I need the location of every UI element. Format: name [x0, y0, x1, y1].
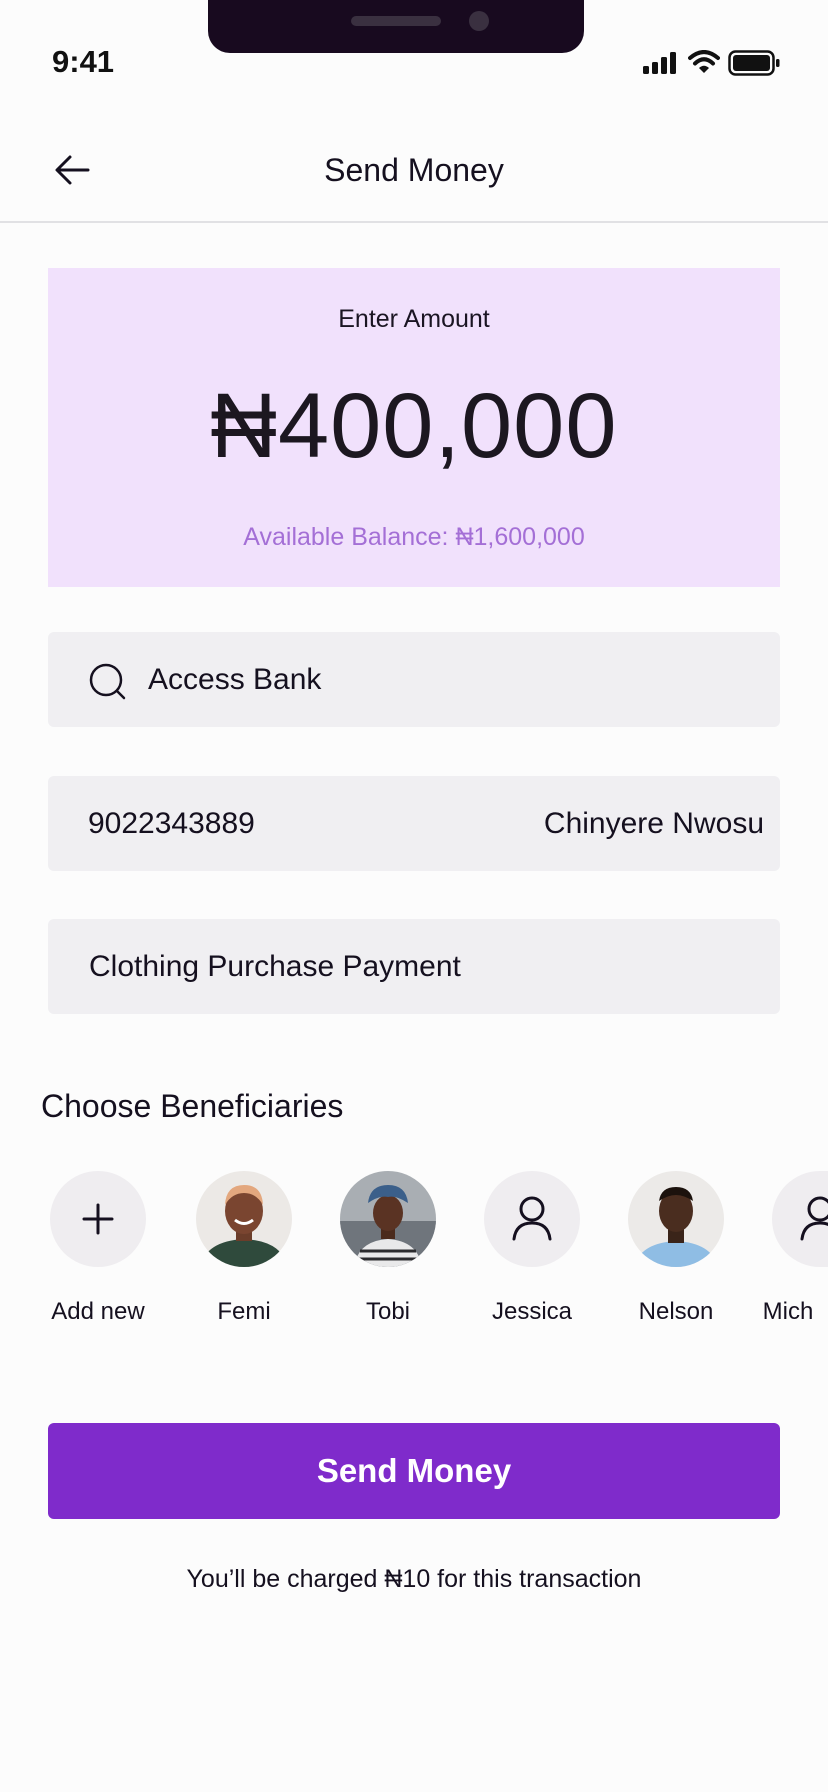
header-divider	[0, 221, 828, 223]
notch-speaker	[351, 16, 441, 26]
wifi-icon	[688, 50, 720, 73]
beneficiary-avatar-jessica[interactable]	[484, 1171, 580, 1267]
beneficiary-avatar-femi[interactable]	[196, 1171, 292, 1267]
status-time: 9:41	[52, 44, 115, 79]
battery-icon	[728, 50, 780, 76]
amount-label: Enter Amount	[338, 305, 490, 333]
beneficiary-label: Tobi	[365, 1298, 411, 1325]
back-arrow-icon[interactable]	[50, 150, 94, 190]
notch-camera	[469, 11, 489, 31]
add-beneficiary-button[interactable]	[50, 1171, 146, 1267]
beneficiary-avatar-mich[interactable]	[772, 1171, 828, 1267]
plus-icon	[82, 1203, 114, 1235]
avatar	[340, 1171, 436, 1267]
cellular-signal-icon	[643, 52, 676, 74]
avatar	[628, 1171, 724, 1267]
account-number-value[interactable]: 9022343889	[88, 804, 388, 844]
avatar	[196, 1171, 292, 1267]
narration-value[interactable]: Clothing Purchase Payment	[89, 947, 689, 987]
beneficiary-label: Femi	[217, 1298, 271, 1325]
device-notch	[208, 0, 584, 53]
search-icon	[89, 663, 126, 700]
send-money-button-label[interactable]: Send Money	[48, 1451, 780, 1491]
beneficiary-label: Jessica	[491, 1298, 573, 1325]
user-icon	[512, 1196, 552, 1241]
beneficiaries-title: Choose Beneficiaries	[41, 1088, 344, 1124]
beneficiary-avatar-nelson[interactable]	[628, 1171, 724, 1267]
beneficiary-avatar-tobi[interactable]	[340, 1171, 436, 1267]
amount-value[interactable]: ₦400,000	[48, 376, 780, 476]
available-balance: Available Balance: ₦1,600,000	[243, 523, 585, 551]
transaction-charge-note: You’ll be charged ₦10 for this transacti…	[186, 1565, 642, 1593]
account-holder-name: Chinyere Nwosu	[543, 807, 764, 840]
beneficiary-label: Nelson	[638, 1298, 714, 1325]
beneficiary-label: Add new	[51, 1298, 145, 1325]
page-title: Send Money	[324, 152, 504, 188]
beneficiary-label: Mich	[762, 1298, 814, 1325]
bank-search-value[interactable]: Access Bank	[148, 660, 648, 700]
user-icon	[800, 1196, 828, 1241]
